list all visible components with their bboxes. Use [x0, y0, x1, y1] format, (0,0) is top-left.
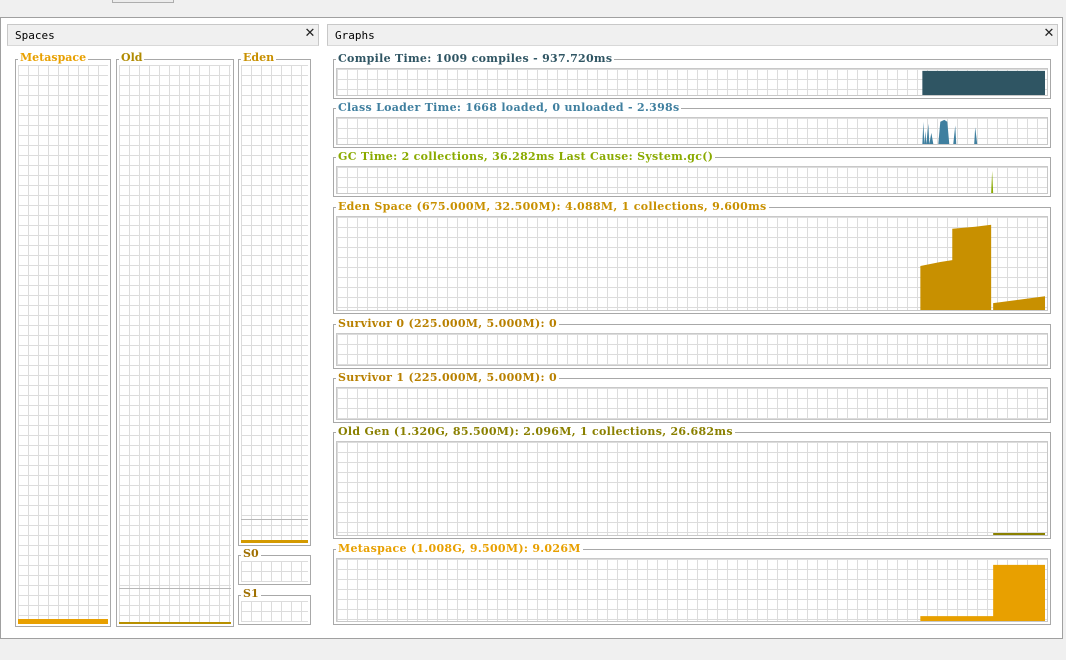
eden-space-series: [920, 224, 1046, 310]
old-gen-series: [993, 533, 1046, 535]
graphs-panel-title: Graphs: [335, 29, 375, 42]
space-meter: [241, 561, 308, 582]
series-area: [922, 121, 934, 144]
toolbar-button[interactable]: [112, 0, 174, 3]
space-eden: Eden: [238, 52, 311, 546]
series-area: [938, 119, 950, 144]
graph-survivor-1: Survivor 1 (225.000M, 5.000M): 0: [333, 372, 1051, 423]
graph-survivor-0: Survivor 0 (225.000M, 5.000M): 0: [333, 318, 1051, 369]
close-icon[interactable]: ✕: [1042, 27, 1056, 41]
graph-plot: [336, 117, 1048, 145]
graph-class-loader-time: Class Loader Time: 1668 loaded, 0 unload…: [333, 102, 1051, 148]
space-fill: [18, 619, 108, 624]
space-committed: [119, 588, 231, 624]
series-area: [993, 296, 1046, 310]
spaces-panel-header: Spaces ✕: [7, 24, 319, 46]
visual-gc-window: Spaces ✕ Metaspace Old Eden S0 S1 Graphs…: [0, 17, 1063, 639]
series-area: [953, 125, 957, 144]
space-s0: S0: [238, 548, 311, 585]
graph-plot: [336, 166, 1048, 194]
space-label: Old: [119, 51, 145, 64]
series-area: [920, 564, 1046, 621]
graph-label: Class Loader Time: 1668 loaded, 0 unload…: [336, 101, 682, 114]
series-area: [920, 224, 992, 310]
graph-label: GC Time: 2 collections, 36.282ms Last Ca…: [336, 150, 716, 163]
space-label: S0: [241, 547, 261, 560]
graphs-panel-header: Graphs ✕: [327, 24, 1058, 46]
graph-old-gen: Old Gen (1.320G, 85.500M): 2.096M, 1 col…: [333, 426, 1051, 539]
graph-compile-time: Compile Time: 1009 compiles - 937.720ms: [333, 53, 1051, 99]
graph-eden-space: Eden Space (675.000M, 32.500M): 4.088M, …: [333, 201, 1051, 314]
series-area: [974, 127, 978, 144]
space-fill: [119, 622, 231, 624]
graph-gc-time: GC Time: 2 collections, 36.282ms Last Ca…: [333, 151, 1051, 197]
graph-plot: [336, 216, 1048, 311]
graph-label: Old Gen (1.320G, 85.500M): 2.096M, 1 col…: [336, 425, 735, 438]
metaspace-series: [920, 564, 1046, 621]
space-label: S1: [241, 587, 261, 600]
space-meter: [241, 601, 308, 622]
class-loader-series: [922, 119, 978, 144]
space-label: Eden: [241, 51, 277, 64]
graph-plot: [336, 441, 1048, 536]
graph-label: Survivor 1 (225.000M, 5.000M): 0: [336, 371, 559, 384]
graph-plot: [336, 333, 1048, 366]
series-area: [922, 70, 1046, 95]
graph-label: Survivor 0 (225.000M, 5.000M): 0: [336, 317, 559, 330]
space-meter: [18, 65, 108, 624]
space-fill: [241, 540, 308, 543]
graph-plot: [336, 387, 1048, 420]
series-area: [991, 170, 994, 193]
graph-plot: [336, 68, 1048, 96]
space-metaspace: Metaspace: [15, 52, 111, 627]
space-s1: S1: [238, 588, 311, 625]
graph-plot: [336, 558, 1048, 622]
space-old: Old: [116, 52, 234, 627]
close-icon[interactable]: ✕: [303, 27, 317, 41]
space-meter: [241, 65, 308, 543]
space-label: Metaspace: [18, 51, 89, 64]
graph-metaspace: Metaspace (1.008G, 9.500M): 9.026M: [333, 543, 1051, 625]
gc-time-series: [991, 170, 994, 193]
graph-label: Metaspace (1.008G, 9.500M): 9.026M: [336, 542, 583, 555]
spaces-panel-title: Spaces: [15, 29, 55, 42]
space-meter: [119, 65, 231, 624]
graph-label: Eden Space (675.000M, 32.500M): 4.088M, …: [336, 200, 769, 213]
series-area: [993, 533, 1046, 535]
graph-label: Compile Time: 1009 compiles - 937.720ms: [336, 52, 615, 65]
compile-time-series: [922, 70, 1046, 95]
